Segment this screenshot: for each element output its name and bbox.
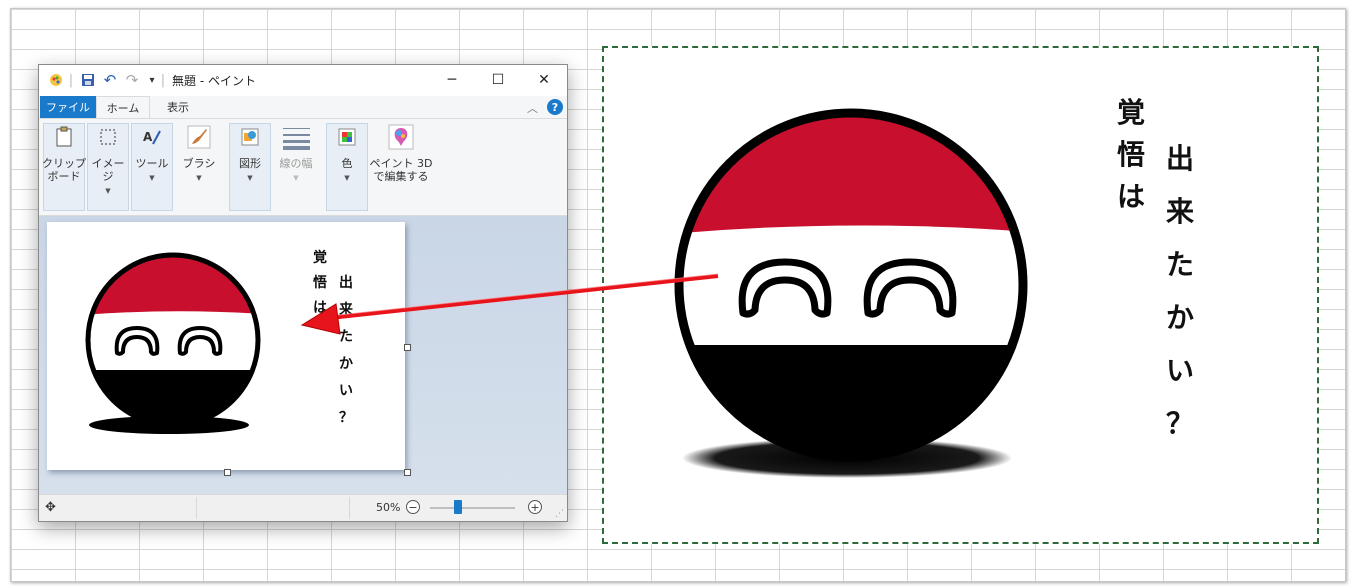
- brush-icon: [185, 123, 213, 151]
- shapes-label: 図形: [239, 157, 261, 170]
- window-title: 無題 - ペイント: [172, 74, 256, 88]
- resize-handle-bottom[interactable]: [224, 469, 231, 476]
- chevron-down-icon: ▼: [293, 174, 299, 182]
- tools-button[interactable]: A ツール ▼: [133, 123, 171, 185]
- canvas-area[interactable]: 出来たかい？ 覚悟は: [39, 216, 567, 494]
- resize-grip-icon[interactable]: ⋰: [555, 509, 564, 519]
- qa-separator: |: [68, 72, 74, 88]
- clipboard-icon: [50, 123, 78, 151]
- chevron-down-icon: ▼: [247, 174, 253, 182]
- image-label: イメージ: [91, 157, 125, 183]
- chevron-down-icon: ▼: [149, 174, 155, 182]
- status-divider: [349, 497, 350, 519]
- select-icon: [94, 123, 122, 151]
- status-divider: [196, 497, 197, 519]
- clipboard-button[interactable]: クリップ ボード: [42, 123, 86, 183]
- colors-label: 色: [341, 157, 353, 170]
- maximize-button[interactable]: ☐: [475, 65, 521, 95]
- save-icon[interactable]: [79, 72, 97, 88]
- paint-window[interactable]: | ↶ ↷ ▾ | 無題 - ペイント ─ ☐ ✕ ファイル ホーム 表示 ︿ …: [38, 64, 568, 522]
- chevron-down-icon: ▼: [344, 174, 350, 182]
- ribbon: クリップ ボード イメージ ▼ A ツール ▼ ブラシ ▼ 図形 ▼ 線の幅 ▼: [39, 119, 567, 216]
- resize-handle-corner[interactable]: [404, 469, 411, 476]
- ribbon-tabs: ファイル ホーム 表示 ︿ ?: [39, 96, 567, 119]
- zoom-slider[interactable]: [430, 507, 515, 509]
- shapes-icon: [236, 123, 264, 151]
- redo-icon[interactable]: ↷: [123, 71, 141, 89]
- close-button[interactable]: ✕: [521, 65, 567, 95]
- size-label: 線の幅: [279, 157, 313, 170]
- paint3d-label: ペイント 3D で編集する: [369, 157, 433, 183]
- resize-handle-right[interactable]: [404, 344, 411, 351]
- paint3d-icon: [387, 123, 415, 151]
- help-icon[interactable]: ?: [547, 99, 563, 115]
- zoom-in-button[interactable]: +: [528, 500, 542, 514]
- image-button[interactable]: イメージ ▼: [89, 123, 127, 198]
- chevron-down-icon: ▼: [105, 187, 111, 195]
- brushes-button[interactable]: ブラシ ▼: [179, 123, 219, 185]
- big-text-line1: 覚悟は: [1117, 96, 1146, 213]
- size-button[interactable]: 線の幅 ▼: [276, 123, 316, 185]
- big-flag-white: [679, 225, 1023, 351]
- shapes-button[interactable]: 図形 ▼: [231, 123, 269, 185]
- small-text-line2: 出来たかい？: [339, 275, 353, 426]
- tools-label: ツール: [135, 157, 169, 170]
- move-cursor-icon: ✥: [45, 500, 56, 515]
- tab-file[interactable]: ファイル: [40, 96, 96, 118]
- tools-icon: A: [138, 123, 166, 151]
- palette-icon: [333, 123, 361, 151]
- brushes-label: ブラシ: [182, 157, 216, 170]
- clipboard-label: クリップ ボード: [42, 157, 86, 183]
- line-width-icon: [282, 123, 310, 151]
- status-bar: ✥ 50% − + ⋰: [39, 494, 567, 521]
- drawing-canvas[interactable]: 出来たかい？ 覚悟は: [47, 222, 405, 470]
- paint-app-icon[interactable]: [47, 72, 65, 88]
- zoom-slider-thumb[interactable]: [454, 500, 463, 514]
- undo-icon[interactable]: ↶: [101, 71, 119, 89]
- zoom-out-button[interactable]: −: [406, 500, 420, 514]
- big-text-line2: 出来たかい？: [1166, 142, 1195, 440]
- paint3d-button[interactable]: ペイント 3D で編集する: [369, 123, 433, 183]
- qa-separator: |: [160, 72, 166, 88]
- minimize-button[interactable]: ─: [429, 65, 475, 95]
- small-text-line1: 覚悟は: [313, 250, 327, 316]
- zoom-level: 50%: [376, 501, 401, 514]
- tab-home[interactable]: ホーム: [96, 96, 150, 118]
- customize-qa-icon[interactable]: ▾: [145, 72, 159, 88]
- tab-view[interactable]: 表示: [162, 96, 194, 118]
- colors-button[interactable]: 色 ▼: [328, 123, 366, 185]
- svg-text:A: A: [143, 130, 153, 144]
- chevron-down-icon: ▼: [196, 174, 202, 182]
- title-bar[interactable]: | ↶ ↷ ▾ | 無題 - ペイント ─ ☐ ✕: [39, 65, 567, 95]
- collapse-ribbon-icon[interactable]: ︿: [527, 100, 538, 116]
